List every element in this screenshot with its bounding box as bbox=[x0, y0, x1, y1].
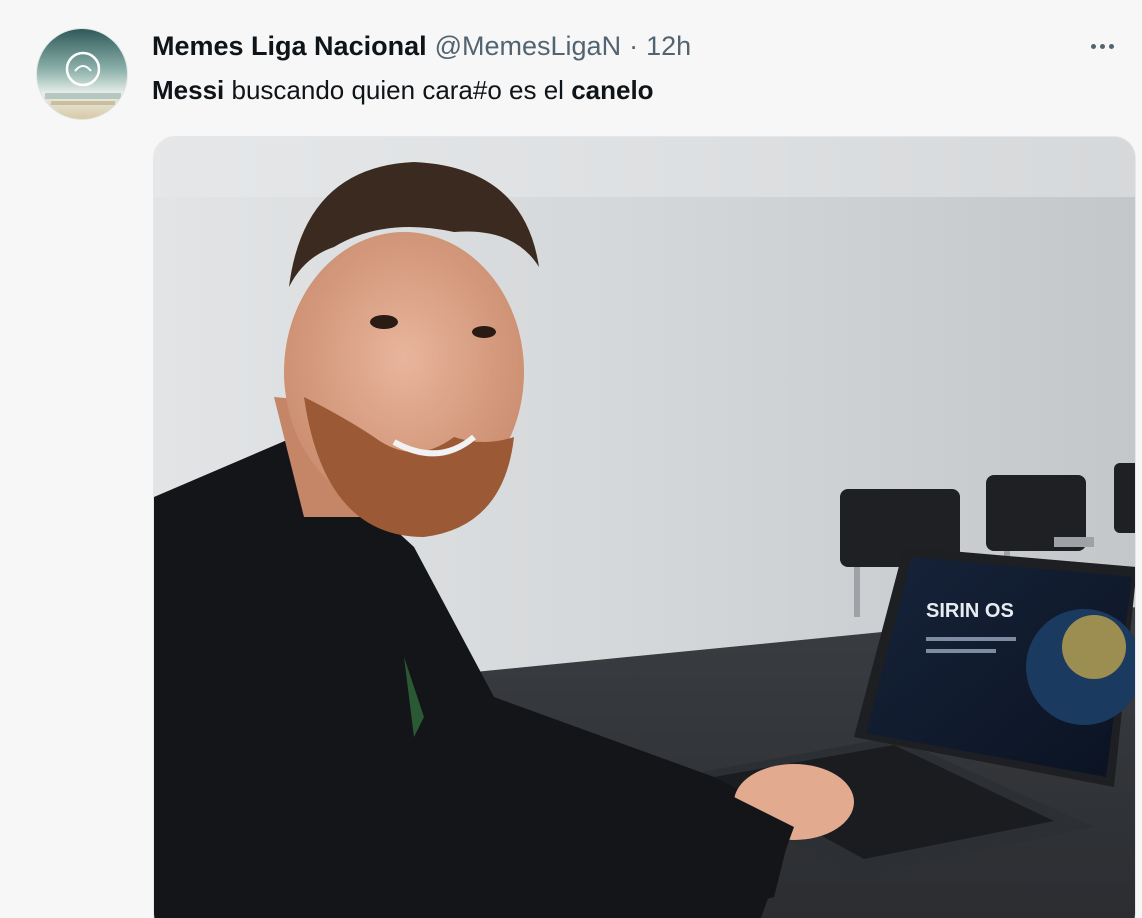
user-handle[interactable]: @MemesLigaN bbox=[435, 31, 621, 62]
more-dot-icon bbox=[1099, 43, 1105, 49]
tweet-text: Messi buscando quien cara#o es el canelo bbox=[152, 74, 654, 106]
more-dot-icon bbox=[1090, 43, 1096, 49]
more-dot-icon bbox=[1108, 43, 1114, 49]
separator-dot: · bbox=[629, 30, 639, 61]
display-name[interactable]: Memes Liga Nacional bbox=[152, 31, 427, 62]
timestamp[interactable]: 12h bbox=[646, 31, 691, 62]
tweet-card[interactable]: Memes Liga Nacional @MemesLigaN · 12h Me… bbox=[0, 0, 1142, 918]
tweet-text-plain: buscando quien cara#o es el bbox=[224, 75, 572, 105]
avatar-logo-icon bbox=[37, 29, 127, 119]
photo-man-with-laptop: SIRIN OS bbox=[154, 137, 1135, 918]
more-options-button[interactable] bbox=[1084, 28, 1120, 64]
tweet-text-bold-canelo: canelo bbox=[571, 75, 654, 105]
tweet-text-bold-messi: Messi bbox=[152, 75, 225, 105]
laptop-brand-text: SIRIN OS bbox=[926, 600, 1014, 622]
tweet-header: Memes Liga Nacional @MemesLigaN · 12h bbox=[152, 30, 691, 62]
tweet-media-image[interactable]: SIRIN OS bbox=[153, 136, 1136, 918]
avatar[interactable] bbox=[36, 28, 128, 120]
